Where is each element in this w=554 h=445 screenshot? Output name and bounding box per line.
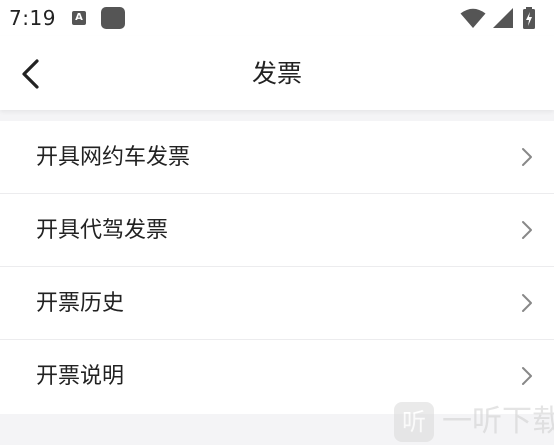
chevron-right-icon — [522, 148, 532, 166]
status-time: 7:19 — [9, 6, 56, 30]
a-icon: A — [72, 11, 86, 25]
wifi-icon — [460, 8, 486, 28]
status-bar: 7:19 A — [0, 0, 554, 36]
app-icon — [101, 7, 125, 29]
menu-item-label: 开具代驾发票 — [36, 218, 169, 243]
menu-item-label: 开票历史 — [36, 291, 125, 316]
chevron-right-icon — [522, 221, 532, 239]
signal-icon — [493, 8, 513, 28]
menu-item-invoice-history[interactable]: 开票历史 — [0, 267, 554, 340]
menu-item-label: 开票说明 — [36, 364, 125, 389]
page-title: 发票 — [251, 59, 302, 88]
watermark-logo: 听 — [394, 402, 434, 442]
menu-item-ride-hailing-invoice[interactable]: 开具网约车发票 — [0, 121, 554, 194]
menu-item-label: 开具网约车发票 — [36, 145, 191, 170]
chevron-right-icon — [522, 367, 532, 385]
nav-bar: 发票 — [0, 36, 554, 110]
status-indicators — [460, 7, 544, 29]
menu-list: 开具网约车发票 开具代驾发票 开票历史 开票说明 — [0, 121, 554, 414]
battery-charging-icon — [523, 7, 535, 29]
watermark-text: 一听下载 — [442, 404, 554, 439]
chevron-right-icon — [522, 294, 532, 312]
menu-item-designated-driver-invoice[interactable]: 开具代驾发票 — [0, 194, 554, 267]
